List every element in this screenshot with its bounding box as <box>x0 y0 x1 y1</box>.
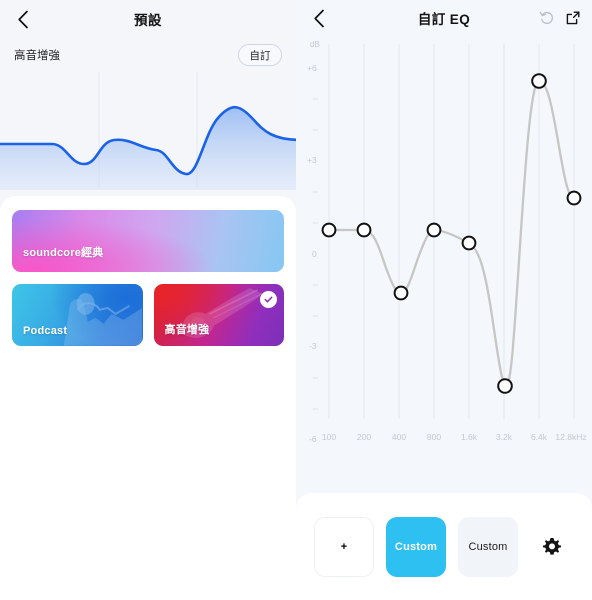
eq-xtick-label: 200 <box>357 432 371 442</box>
preset-card-soundcore-classic[interactable]: soundcore經典 <box>12 210 284 272</box>
check-icon <box>264 296 273 303</box>
current-preset-label: 高音增強 <box>14 50 60 62</box>
page-title: 預設 <box>134 13 162 28</box>
eq-ytick-label: -6 <box>309 434 317 444</box>
preset-tile-custom-active[interactable]: Custom <box>386 516 446 577</box>
header-actions <box>539 10 581 26</box>
chevron-left-icon[interactable] <box>308 7 330 29</box>
eq-node-400[interactable] <box>393 285 409 301</box>
eq-xtick-label: 12.8kHz <box>555 432 586 442</box>
presets-panel: 預設 高音增強 自訂 soundcore經典 Podcast 高音增強 <box>0 0 296 600</box>
share-export-icon[interactable] <box>565 10 581 26</box>
preset-preview-chart <box>0 72 296 190</box>
custom-eq-panel: 自訂 EQ dB +6 +3 0 -3 -6 100 200 400 800 1… <box>296 0 592 600</box>
eq-xtick-label: 800 <box>427 432 441 442</box>
eq-node-100[interactable] <box>321 222 337 238</box>
eq-xtick-label: 3.2k <box>496 432 513 442</box>
gear-icon[interactable] <box>542 537 562 557</box>
eq-xtick-label: 1.6k <box>461 432 478 442</box>
eq-ytick-label: +3 <box>307 155 317 165</box>
eq-ytick-label: -3 <box>309 341 317 351</box>
eq-xtick-label: 100 <box>322 432 336 442</box>
eq-chart-svg[interactable]: dB +6 +3 0 -3 -6 100 200 400 800 1.6k 3.… <box>296 36 592 486</box>
eq-ytick-label: 0 <box>312 249 317 259</box>
app-root: 預設 高音增強 自訂 soundcore經典 Podcast 高音增強 自訂 E… <box>0 0 592 600</box>
add-preset-button[interactable]: + <box>314 516 374 577</box>
chevron-left-icon[interactable] <box>12 8 34 30</box>
preset-card-label: Podcast <box>23 325 68 337</box>
eq-xtick-label: 6.4k <box>531 432 548 442</box>
eq-node-800[interactable] <box>426 222 442 238</box>
preset-card-label: soundcore經典 <box>23 247 104 259</box>
preset-card-treble-boost[interactable]: 高音增強 <box>153 284 284 346</box>
preset-card-row: Podcast 高音增強 <box>12 284 284 346</box>
preview-curve-svg <box>0 72 296 190</box>
page-title: 自訂 EQ <box>417 12 471 27</box>
eq-node-1600[interactable] <box>461 235 477 251</box>
eq-chart[interactable]: dB +6 +3 0 -3 -6 100 200 400 800 1.6k 3.… <box>296 36 592 486</box>
eq-node-200[interactable] <box>356 222 372 238</box>
presets-header: 預設 <box>0 0 296 38</box>
custom-eq-header: 自訂 EQ <box>296 0 592 36</box>
eq-xtick-label: 400 <box>392 432 406 442</box>
preset-card-podcast[interactable]: Podcast <box>12 284 143 346</box>
preset-cards-sheet: soundcore經典 Podcast 高音增強 <box>0 196 296 600</box>
eq-ytick-label: +6 <box>307 63 317 73</box>
eq-y-axis-unit: dB <box>310 40 320 49</box>
preset-card-label: 高音增強 <box>164 324 210 336</box>
status-badge <box>260 291 277 308</box>
preset-subrow: 高音增強 自訂 <box>0 38 296 72</box>
reset-icon[interactable] <box>539 10 555 26</box>
custom-pill-button[interactable]: 自訂 <box>238 44 282 66</box>
eq-node-12800[interactable] <box>566 190 582 206</box>
preset-tile-custom[interactable]: Custom <box>458 516 518 577</box>
eq-preset-toolbar: + Custom Custom <box>296 493 592 600</box>
eq-node-6400[interactable] <box>531 73 547 89</box>
eq-node-3200[interactable] <box>497 378 513 394</box>
eq-xtick-labels: 100 200 400 800 1.6k 3.2k 6.4k 12.8kHz <box>322 432 587 442</box>
